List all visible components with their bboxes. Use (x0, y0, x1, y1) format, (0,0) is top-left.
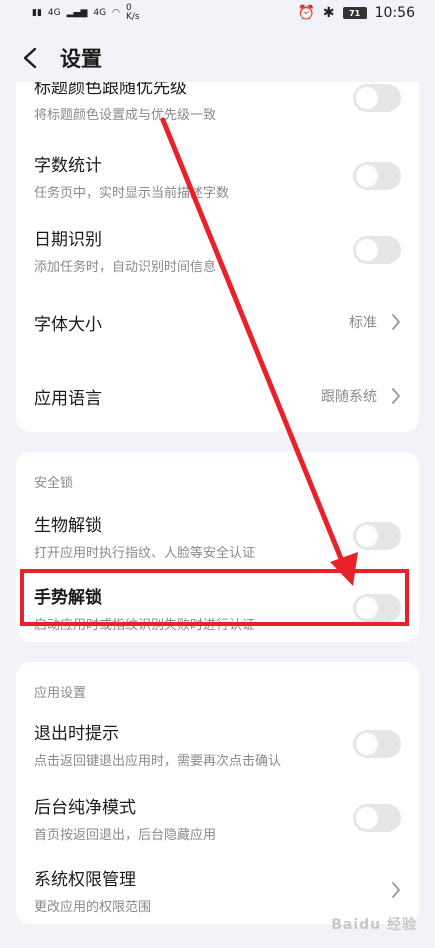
row-subtitle: 点击返回键退出应用时，需要再次点击确认 (34, 754, 282, 769)
status-left: ▮▮ 4G ▂▄▆ 4G ◠ 0 K/s (32, 4, 140, 22)
exit-prompt-row[interactable]: 退出时提示 点击返回键退出应用时，需要再次点击确认 (16, 712, 419, 776)
row-title: 应用语言 (34, 388, 102, 409)
chevron-right-icon (392, 388, 400, 404)
row-text: 生物解锁 打开应用时执行指纹、人脸等安全认证 (34, 511, 255, 561)
row-title: 日期识别 (34, 230, 102, 250)
wifi-icon: ◠ (112, 8, 120, 18)
font-size-value: 标准 (349, 315, 377, 331)
chevron-right-icon (392, 882, 400, 898)
battery-icon: 71 (342, 7, 367, 19)
row-text: 系统权限管理 更改应用的权限范围 (34, 865, 151, 915)
status-bar: ▮▮ 4G ▂▄▆ 4G ◠ 0 K/s ⏰ ✱ 71 10:56 (0, 0, 435, 26)
row-subtitle: 首页按返回退出，后台隐藏应用 (34, 828, 217, 843)
app-language-value: 跟随系统 (321, 389, 377, 405)
word-count-toggle[interactable] (353, 162, 401, 190)
row-title: 退出时提示 (34, 724, 119, 744)
row-subtitle: 将标题颜色设置成与优先级一致 (34, 108, 217, 123)
background-pure-mode-row[interactable]: 后台纯净模式 首页按返回退出，后台隐藏应用 (16, 786, 419, 850)
row-text: 日期识别 添加任务时，自动识别时间信息 (34, 225, 216, 275)
title-color-priority-row[interactable]: 标题颜色跟随优先级 将标题颜色设置成与优先级一致 (16, 82, 419, 126)
font-size-row[interactable]: 字体大小 标准 (16, 292, 419, 352)
exit-prompt-toggle[interactable] (353, 730, 401, 758)
row-subtitle: 任务页中，实时显示当前描述字数 (34, 186, 230, 201)
biometric-unlock-row[interactable]: 生物解锁 打开应用时执行指纹、人脸等安全认证 (16, 504, 419, 568)
date-recognition-toggle[interactable] (353, 236, 401, 264)
hd-signal-icon: ▮▮ (32, 8, 42, 18)
system-permission-row[interactable]: 系统权限管理 更改应用的权限范围 (16, 858, 419, 922)
signal-4g-2: 4G (93, 8, 107, 18)
row-text: 标题颜色跟随优先级 将标题颜色设置成与优先级一致 (34, 82, 216, 123)
app-header: 设置 (0, 34, 435, 82)
row-title: 后台纯净模式 (34, 798, 136, 818)
chevron-right-icon (392, 314, 400, 330)
title-color-toggle[interactable] (353, 84, 401, 112)
general-settings-card: 标题颜色跟随优先级 将标题颜色设置成与优先级一致 字数统计 任务页中，实时显示当… (16, 82, 419, 432)
section-label: 应用设置 (34, 686, 87, 701)
baidu-watermark: Baidu 经验 (331, 917, 417, 933)
app-language-row[interactable]: 应用语言 跟随系统 (16, 366, 419, 426)
annotation-highlight-box (20, 569, 409, 626)
row-subtitle: 更改应用的权限范围 (34, 900, 152, 915)
word-count-row[interactable]: 字数统计 任务页中，实时显示当前描述字数 (16, 144, 419, 208)
clock-time: 10:56 (374, 5, 415, 21)
row-title: 系统权限管理 (34, 870, 136, 890)
row-title: 标题颜色跟随优先级 (34, 82, 187, 98)
network-speed: 0 K/s (125, 3, 140, 22)
row-text: 退出时提示 点击返回键退出应用时，需要再次点击确认 (34, 719, 281, 769)
signal-bars-icon: ▂▄▆ (66, 8, 88, 18)
background-pure-mode-toggle[interactable] (353, 804, 401, 832)
section-label: 安全锁 (34, 476, 74, 491)
row-title: 字体大小 (34, 314, 102, 335)
chevron-left-icon (23, 47, 37, 69)
biometric-unlock-toggle[interactable] (353, 522, 401, 550)
app-settings-card: 应用设置 退出时提示 点击返回键退出应用时，需要再次点击确认 后台纯净模式 首页… (16, 662, 419, 924)
status-right: ⏰ ✱ 71 10:56 (297, 5, 415, 21)
page-title: 设置 (60, 47, 102, 71)
alarm-icon: ⏰ (297, 5, 315, 21)
row-title: 字数统计 (34, 156, 102, 176)
row-subtitle: 添加任务时，自动识别时间信息 (34, 260, 217, 275)
signal-4g-1: 4G (47, 8, 61, 18)
bluetooth-icon: ✱ (322, 5, 335, 21)
back-button[interactable] (16, 44, 44, 72)
row-title: 生物解锁 (34, 516, 102, 536)
row-text: 后台纯净模式 首页按返回退出，后台隐藏应用 (34, 793, 216, 843)
date-recognition-row[interactable]: 日期识别 添加任务时，自动识别时间信息 (16, 218, 419, 282)
value-wrap: 标准 (349, 312, 401, 332)
value-wrap: 跟随系统 (321, 386, 401, 406)
row-text: 字数统计 任务页中，实时显示当前描述字数 (34, 151, 229, 201)
row-subtitle: 打开应用时执行指纹、人脸等安全认证 (34, 546, 256, 561)
